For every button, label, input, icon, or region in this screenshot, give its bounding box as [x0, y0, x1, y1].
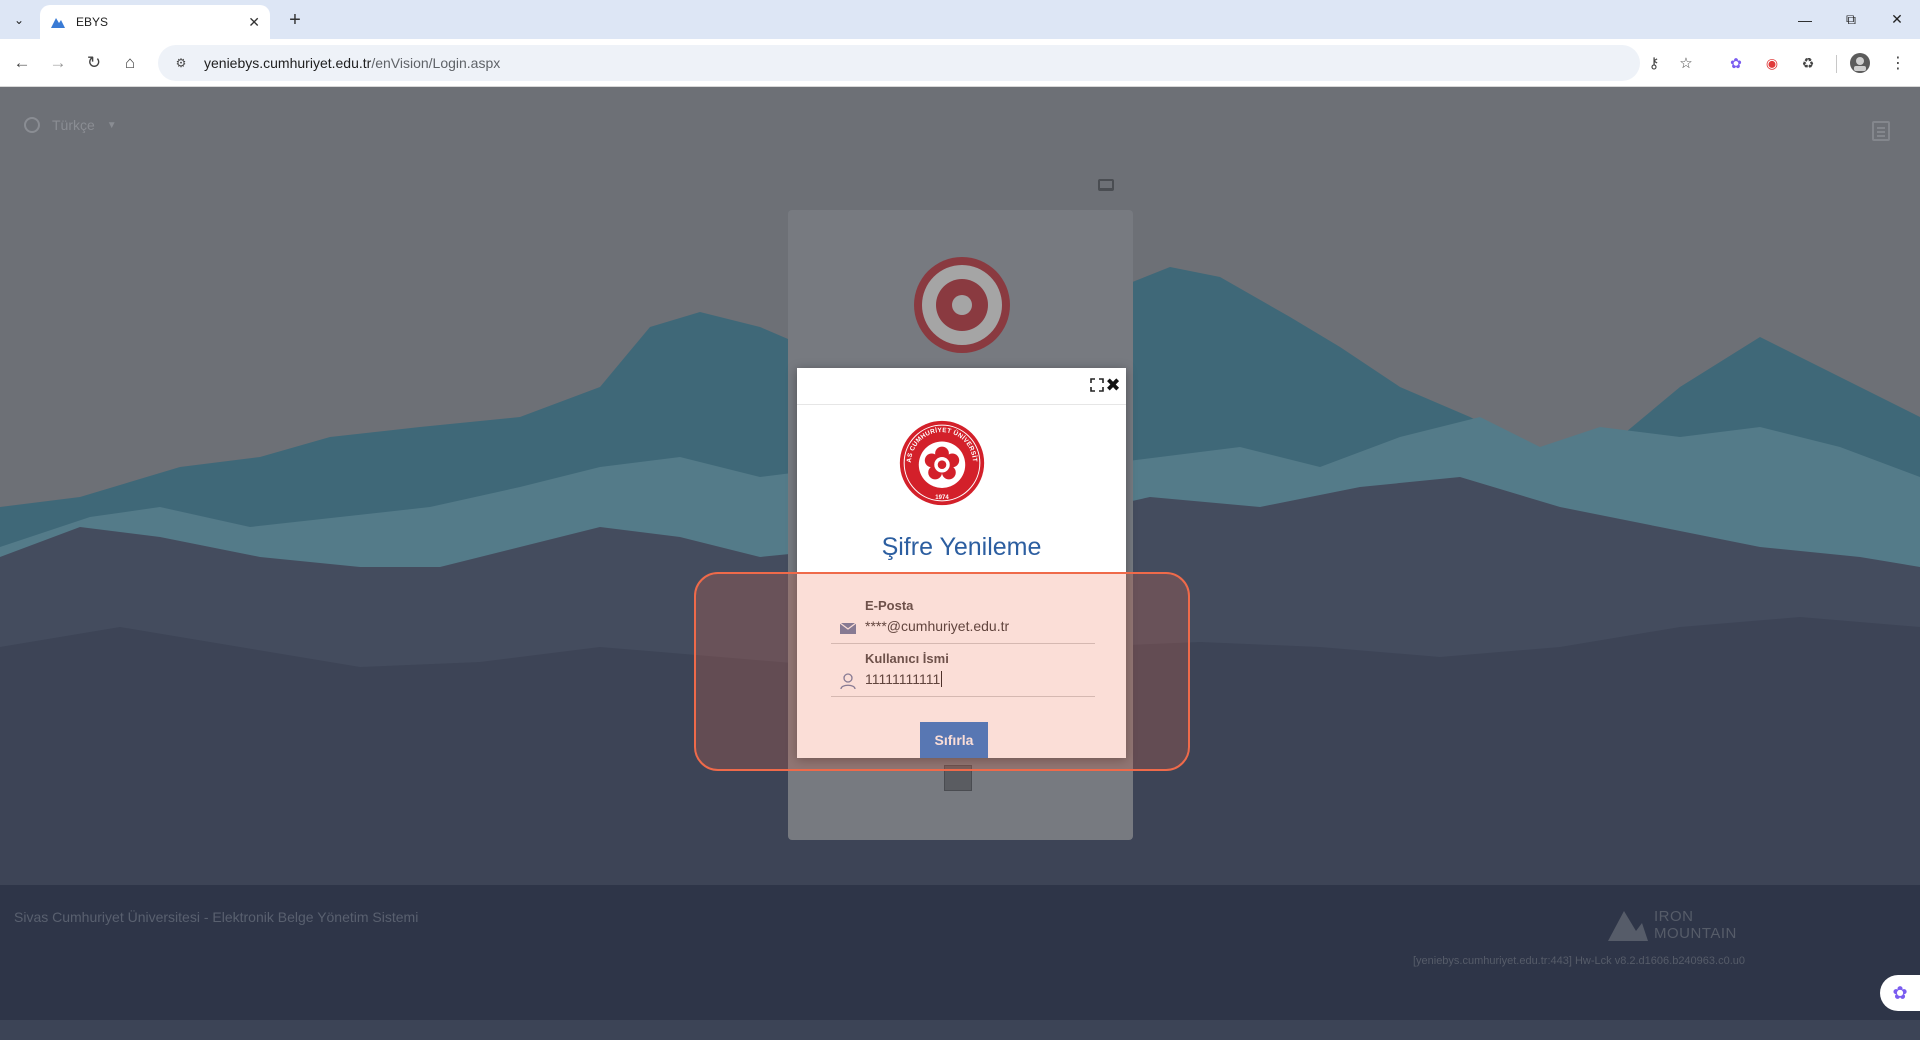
reload-button[interactable]: ↻ [80, 49, 108, 77]
maximize-icon[interactable] [1090, 378, 1104, 392]
highlight-annotation [694, 572, 1190, 771]
close-icon[interactable]: ✖ [1105, 373, 1121, 397]
chevron-down-icon: ▼ [106, 119, 117, 131]
bookmark-star-icon[interactable]: ☆ [1672, 49, 1700, 77]
extension-shield-icon[interactable]: ◉ [1760, 51, 1784, 75]
globe-icon [24, 117, 40, 133]
url-path: /enVision/Login.aspx [371, 55, 501, 71]
modal-title: Şifre Yenileme [881, 533, 1042, 561]
assistant-float-button[interactable]: ✿ [1880, 975, 1920, 1011]
brand-line-1: IRON [1654, 908, 1694, 925]
toolbar-separator [1836, 55, 1837, 73]
document-icon[interactable] [1872, 121, 1890, 141]
chevron-down-icon: ⌄ [13, 13, 25, 27]
iron-mountain-logo: IRON MOUNTAIN [1606, 907, 1737, 943]
brain-icon: ✿ [1892, 982, 1908, 1003]
tab-close-icon[interactable]: ✕ [248, 14, 260, 31]
minimize-button[interactable]: — [1782, 0, 1828, 39]
laptop-icon[interactable] [1098, 179, 1114, 191]
browser-menu-icon[interactable]: ⋮ [1886, 51, 1910, 75]
mountain-favicon-icon [51, 18, 65, 28]
seal-year: 1974 [935, 495, 949, 501]
site-settings-icon[interactable]: ⚙ [172, 54, 190, 72]
window-close-button[interactable]: ✕ [1874, 0, 1920, 39]
browser-toolbar: ← → ↻ ⌂ ⚙ yeniebys.cumhuriyet.edu.tr/enV… [0, 39, 1920, 87]
page-footer: Sivas Cumhuriyet Üniversitesi - Elektron… [0, 885, 1920, 1020]
brand-line-2: MOUNTAIN [1654, 925, 1737, 942]
language-selector[interactable]: Türkçe ▼ [24, 117, 117, 133]
browser-tab-bar: ⌄ EBYS ✕ + — ⧉ ✕ [0, 0, 1920, 39]
mountain-logo-icon [1608, 911, 1648, 941]
password-key-icon[interactable]: ⚷ [1640, 49, 1668, 77]
university-seal-logo [914, 257, 1010, 353]
restore-button[interactable]: ⧉ [1828, 0, 1874, 39]
language-label: Türkçe [52, 117, 95, 133]
url-host: yeniebys.cumhuriyet.edu.tr [204, 55, 372, 71]
tab-title: EBYS [76, 15, 109, 29]
browser-tab[interactable]: EBYS ✕ [40, 5, 270, 39]
avatar-icon [1850, 53, 1870, 73]
university-seal-logo: SİVAS CUMHURİYET ÜNİVERSİTESİ 1974 [899, 420, 985, 506]
footer-text: Sivas Cumhuriyet Üniversitesi - Elektron… [14, 909, 419, 925]
tab-search-button[interactable]: ⌄ [6, 8, 32, 32]
address-bar[interactable]: ⚙ yeniebys.cumhuriyet.edu.tr/enVision/Lo… [158, 45, 1640, 81]
extension-brain-icon[interactable]: ✿ [1724, 51, 1748, 75]
bottom-strip [0, 1020, 1920, 1040]
version-text: [yeniebys.cumhuriyet.edu.tr:443] Hw-Lck … [1412, 955, 1745, 967]
profile-avatar[interactable] [1848, 51, 1872, 75]
back-button[interactable]: ← [8, 49, 36, 77]
forward-button[interactable]: → [44, 49, 72, 77]
new-tab-button[interactable]: + [282, 8, 308, 32]
modal-header: ✖ [797, 368, 1126, 405]
extensions-puzzle-icon[interactable]: ♻ [1796, 51, 1820, 75]
home-button[interactable]: ⌂ [116, 49, 144, 77]
